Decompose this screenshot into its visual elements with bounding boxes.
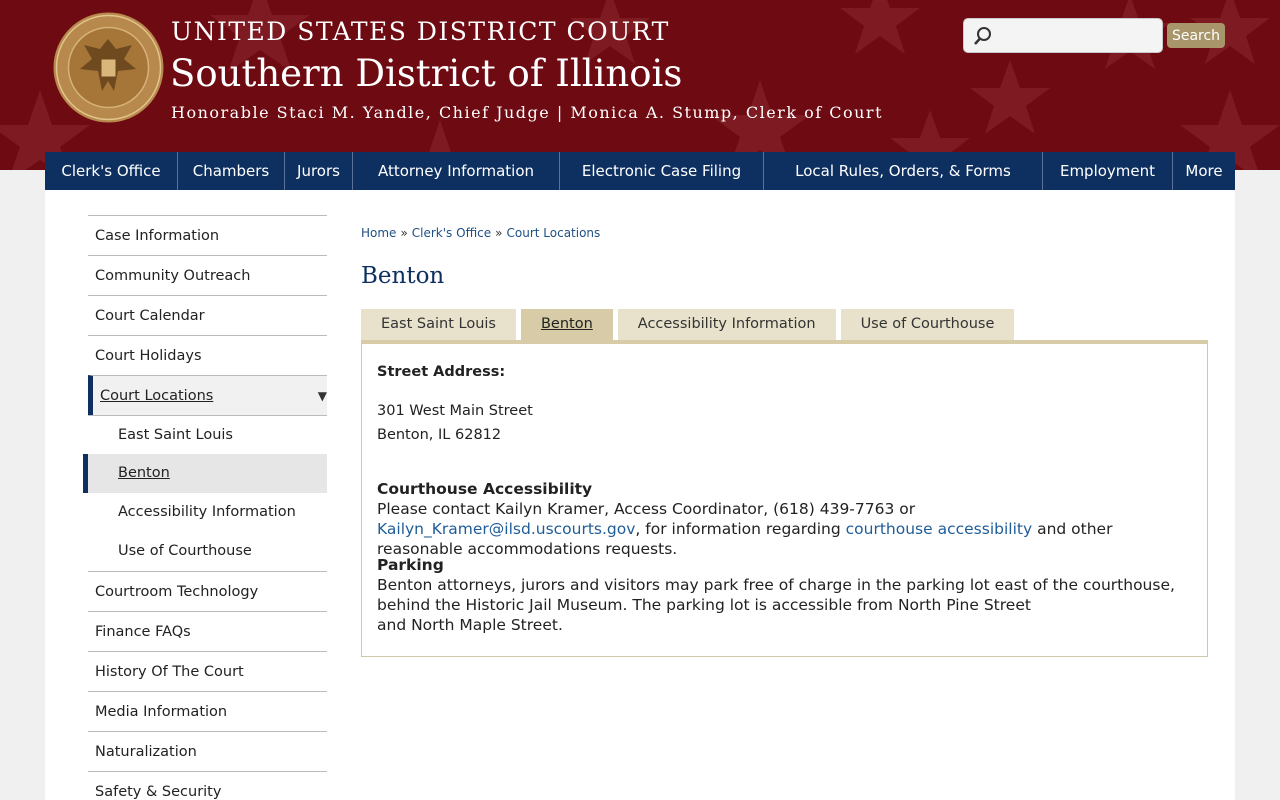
sidebar-item-courtroom-technology[interactable]: Courtroom Technology: [88, 571, 327, 611]
accessibility-heading: Courthouse Accessibility: [377, 480, 593, 498]
sidebar-item-label: Court Locations: [100, 388, 214, 404]
tab-panel: Street Address: 301 West Main Street Ben…: [361, 340, 1208, 657]
page-title: Benton: [361, 263, 445, 289]
email-link[interactable]: Kailyn_Kramer@ilsd.uscourts.gov: [377, 520, 635, 538]
sidebar-item-naturalization[interactable]: Naturalization: [88, 731, 327, 771]
sidebar-item-court-calendar[interactable]: Court Calendar: [88, 295, 327, 335]
sidebar-subitem-benton[interactable]: Benton: [83, 454, 327, 493]
sidebar-item-media-information[interactable]: Media Information: [88, 691, 327, 731]
nav-item-chambers[interactable]: Chambers: [178, 152, 285, 190]
parking-line-2: behind the Historic Jail Museum. The par…: [377, 596, 1031, 614]
address-line-1: 301 West Main Street: [377, 403, 533, 419]
sidebar-subitem-use-of-courthouse[interactable]: Use of Courthouse: [88, 532, 327, 571]
accessibility-text-part: , for information regarding: [635, 520, 846, 538]
sidebar-subitem-east-saint-louis[interactable]: East Saint Louis: [88, 415, 327, 454]
sidebar-subitem-accessibility-information[interactable]: Accessibility Information: [88, 493, 327, 532]
search-field[interactable]: [963, 18, 1163, 53]
breadcrumb-court-locations[interactable]: Court Locations: [507, 226, 601, 240]
caret-down-icon[interactable]: ▼: [318, 376, 327, 416]
tab-accessibility-information[interactable]: Accessibility Information: [617, 309, 836, 340]
nav-item-employment[interactable]: Employment: [1043, 152, 1173, 190]
court-seal-icon: [53, 12, 164, 123]
magnifier-icon: [974, 27, 991, 45]
breadcrumb-separator: »: [495, 226, 503, 240]
site-header: UNITED STATES DISTRICT COURT Southern Di…: [0, 0, 1280, 170]
court-name: UNITED STATES DISTRICT COURT: [171, 17, 670, 46]
parking-line-3: and North Maple Street.: [377, 616, 563, 634]
breadcrumb-home[interactable]: Home: [361, 226, 396, 240]
courthouse-accessibility-link[interactable]: courthouse accessibility: [846, 520, 1033, 538]
tab-use-of-courthouse[interactable]: Use of Courthouse: [840, 309, 1015, 340]
breadcrumb-separator: »: [400, 226, 408, 240]
sidebar-item-safety-security[interactable]: Safety & Security: [88, 771, 327, 800]
breadcrumb: Home » Clerk's Office » Court Locations: [361, 226, 600, 240]
nav-item-attorney-information[interactable]: Attorney Information: [353, 152, 560, 190]
main-nav: Clerk's Office Chambers Jurors Attorney …: [45, 152, 1235, 190]
tab-east-saint-louis[interactable]: East Saint Louis: [361, 309, 516, 340]
court-officials: Honorable Staci M. Yandle, Chief Judge |…: [171, 103, 883, 122]
parking-heading: Parking: [377, 556, 444, 574]
accessibility-text: Please contact Kailyn Kramer, Access Coo…: [377, 499, 1177, 559]
nav-item-electronic-case-filing[interactable]: Electronic Case Filing: [560, 152, 764, 190]
nav-item-more[interactable]: More: [1173, 152, 1235, 190]
sidebar-item-community-outreach[interactable]: Community Outreach: [88, 255, 327, 295]
sidebar-item-court-locations[interactable]: Court Locations ▼: [88, 375, 327, 415]
location-tabs: East Saint Louis Benton Accessibility In…: [361, 309, 1019, 340]
search-input[interactable]: [1000, 24, 1158, 48]
sidebar-item-history-of-the-court[interactable]: History Of The Court: [88, 651, 327, 691]
sidebar-item-finance-faqs[interactable]: Finance FAQs: [88, 611, 327, 651]
breadcrumb-clerks-office[interactable]: Clerk's Office: [412, 226, 491, 240]
nav-item-local-rules[interactable]: Local Rules, Orders, & Forms: [764, 152, 1043, 190]
district-name[interactable]: Southern District of Illinois: [170, 52, 682, 95]
sidebar-item-court-holidays[interactable]: Court Holidays: [88, 335, 327, 375]
search-button[interactable]: Search: [1167, 23, 1225, 48]
nav-item-jurors[interactable]: Jurors: [285, 152, 353, 190]
address-line-2: Benton, IL 62812: [377, 427, 502, 443]
street-address-label: Street Address:: [377, 364, 506, 380]
nav-item-clerks-office[interactable]: Clerk's Office: [45, 152, 178, 190]
sidebar-item-case-information[interactable]: Case Information: [88, 215, 327, 255]
sidebar-nav: Case Information Community Outreach Cour…: [83, 215, 327, 800]
parking-line-1: Benton attorneys, jurors and visitors ma…: [377, 576, 1175, 594]
accessibility-text-part: Please contact Kailyn Kramer, Access Coo…: [377, 500, 916, 518]
tab-benton[interactable]: Benton: [520, 309, 613, 340]
